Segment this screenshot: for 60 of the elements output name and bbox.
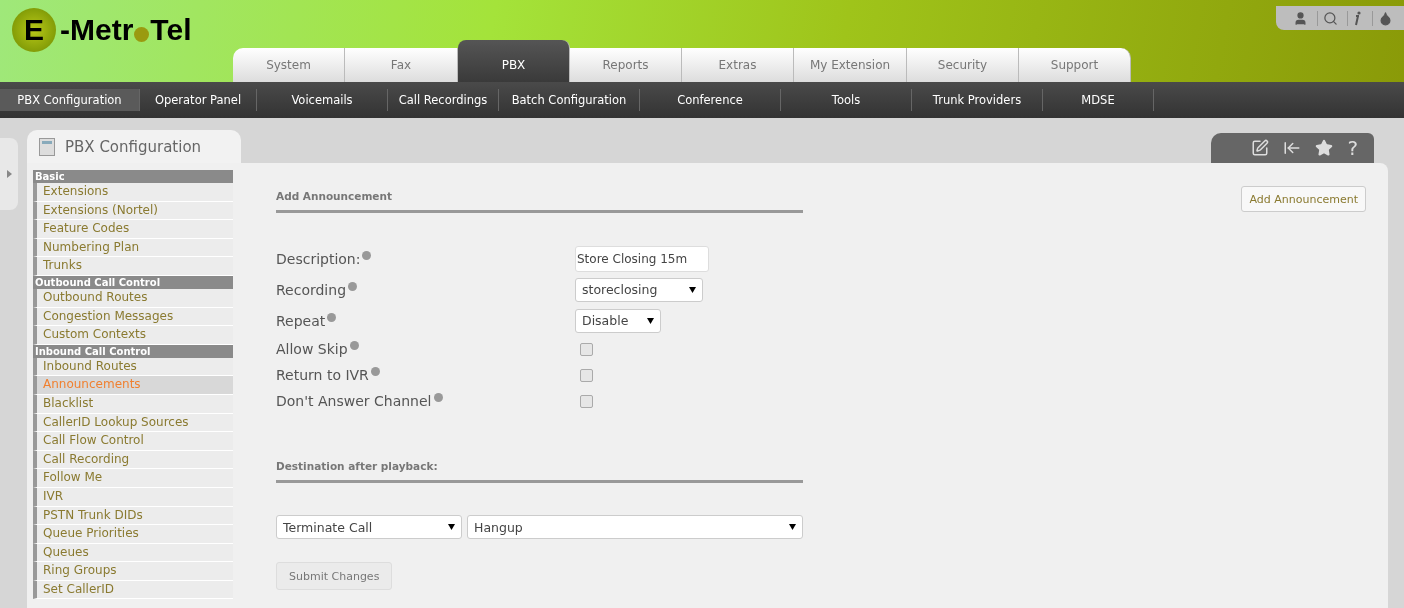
checkbox[interactable] bbox=[580, 394, 593, 408]
sub-nav-item[interactable]: Conference bbox=[640, 89, 781, 111]
destination-select[interactable]: Hangup bbox=[467, 515, 803, 539]
sidebar-section-header: Basic bbox=[33, 170, 233, 183]
field-label: Allow Skip bbox=[276, 341, 575, 357]
logo-text: Tel bbox=[150, 13, 192, 47]
sidebar-item[interactable]: Queue Priorities bbox=[33, 525, 233, 544]
expand-arrow-icon bbox=[6, 170, 12, 178]
caret-icon bbox=[689, 286, 696, 293]
field-label: Repeat bbox=[276, 312, 575, 329]
sub-nav-item[interactable]: Tools bbox=[781, 89, 912, 111]
field-label: Return to IVR bbox=[276, 367, 575, 383]
logo-text: -Metr bbox=[60, 13, 134, 47]
collapse-handle[interactable] bbox=[0, 138, 18, 210]
nav-tab[interactable]: My Extension bbox=[794, 48, 907, 82]
sidebar-item[interactable]: Feature Codes bbox=[33, 220, 233, 239]
sub-nav-item[interactable]: Batch Configuration bbox=[499, 89, 640, 111]
sub-nav-item[interactable]: MDSE bbox=[1043, 89, 1154, 111]
submit-button[interactable]: Submit Changes bbox=[276, 562, 393, 590]
nav-tab[interactable]: System bbox=[233, 48, 345, 82]
checkbox[interactable] bbox=[580, 342, 593, 356]
nav-tab[interactable]: PBX bbox=[458, 40, 570, 82]
sidebar-item[interactable]: Extensions bbox=[33, 183, 233, 202]
section-title: Add Announcement bbox=[276, 190, 803, 213]
sub-nav-item[interactable]: PBX Configuration bbox=[0, 89, 140, 111]
caret-icon bbox=[448, 524, 455, 530]
select-field[interactable]: storeclosing bbox=[575, 277, 703, 302]
sidebar-item[interactable]: Follow Me bbox=[33, 469, 233, 488]
select-field[interactable]: Disable bbox=[575, 308, 661, 333]
caret-icon bbox=[789, 524, 796, 530]
field-label: Don't Answer Channel bbox=[276, 393, 575, 409]
help-button[interactable]: ? bbox=[1347, 136, 1358, 160]
logo-letter: E bbox=[12, 8, 56, 52]
destination-type-select[interactable]: Terminate Call bbox=[276, 515, 462, 539]
nav-tab[interactable]: Support bbox=[1019, 48, 1131, 82]
logo-dot-icon bbox=[134, 26, 150, 42]
star-icon[interactable] bbox=[1315, 139, 1334, 157]
checkbox[interactable] bbox=[580, 368, 593, 382]
field-label: Recording bbox=[276, 281, 575, 298]
caret-icon bbox=[647, 317, 654, 324]
sidebar-item[interactable]: Trunks bbox=[33, 257, 233, 276]
sub-nav-item[interactable]: Trunk Providers bbox=[912, 89, 1043, 111]
calculator-icon bbox=[39, 137, 55, 156]
sub-nav-item[interactable]: Operator Panel bbox=[140, 89, 257, 111]
arrow-icon[interactable] bbox=[1283, 139, 1302, 157]
sub-nav-item[interactable]: Voicemails bbox=[257, 89, 388, 111]
sidebar-item[interactable]: Ring Groups bbox=[33, 562, 233, 581]
panel-title: PBX Configuration bbox=[65, 137, 202, 156]
add-announcement-button[interactable]: Add Announcement bbox=[1241, 186, 1366, 212]
sidebar-item[interactable]: Custom Contexts bbox=[33, 326, 233, 345]
nav-tab[interactable]: Security bbox=[907, 48, 1019, 82]
edit-icon[interactable] bbox=[1251, 139, 1270, 157]
nav-tab[interactable]: Extras bbox=[682, 48, 794, 82]
field-label: Description: bbox=[276, 250, 575, 267]
sidebar-item[interactable]: Call Flow Control bbox=[33, 432, 233, 451]
section-title: Destination after playback: bbox=[276, 460, 803, 483]
sub-nav-item[interactable]: Call Recordings bbox=[388, 89, 499, 111]
nav-tab[interactable]: Reports bbox=[570, 48, 682, 82]
nav-tab[interactable]: Fax bbox=[345, 48, 458, 82]
description-input[interactable]: Store Closing 15m bbox=[575, 245, 709, 272]
